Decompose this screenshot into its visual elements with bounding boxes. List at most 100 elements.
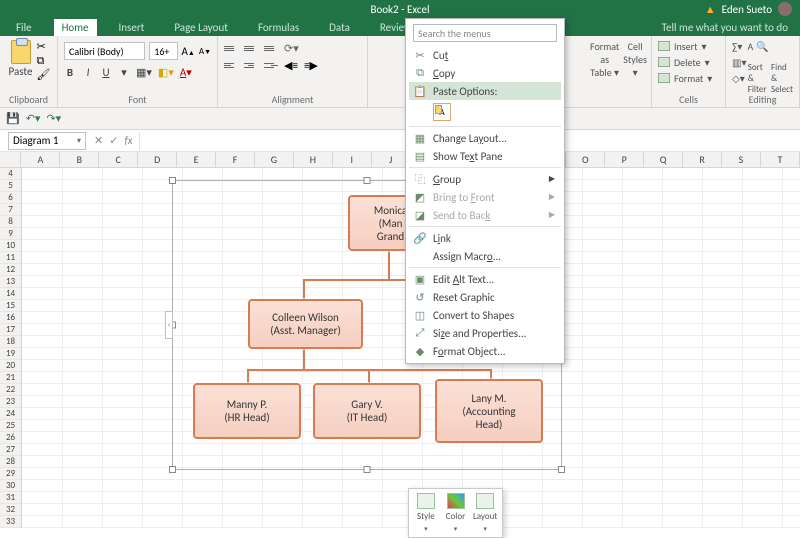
save-icon[interactable]: 💾 [6,112,20,125]
align-middle-icon[interactable] [244,42,258,54]
col-header[interactable]: G [255,152,294,167]
paste-option-keep-text[interactable]: A [409,100,561,124]
col-header[interactable]: D [138,152,177,167]
col-header[interactable]: H [294,152,333,167]
row-header[interactable]: 29 [0,468,22,480]
paste-button[interactable]: Paste [9,40,33,80]
row-header[interactable]: 16 [0,312,22,324]
org-node-bot2[interactable]: Gary V. (IT Head) [313,383,421,439]
org-node-bot1[interactable]: Manny P. (HR Head) [193,383,301,439]
bold-button[interactable]: B [64,66,76,79]
tell-me[interactable]: Tell me what you want to do [662,21,788,34]
row-header[interactable]: 26 [0,432,22,444]
tab-formulas[interactable]: Formulas [250,19,307,36]
font-color-button[interactable]: A▾ [180,66,192,79]
align-center-icon[interactable] [244,59,258,71]
menu-send-to-back[interactable]: ◪Send to Back▶ [409,206,561,224]
resize-handle[interactable] [364,466,371,473]
grow-font-icon[interactable]: A▲ [182,45,195,58]
format-painter-icon[interactable]: 🖌 [36,68,48,80]
col-header[interactable]: E [177,152,216,167]
menu-paste-options[interactable]: 📋Paste Options: [409,82,561,100]
col-header[interactable]: B [60,152,99,167]
menu-cut[interactable]: ✂Cut [409,46,561,64]
menu-assign-macro[interactable]: Assign Macro... [409,247,561,265]
align-left-icon[interactable] [224,59,238,71]
row-header[interactable]: 9 [0,228,22,240]
row-header[interactable]: 5 [0,180,22,192]
copy-icon[interactable]: ⧉ [36,54,48,66]
row-header[interactable]: 14 [0,288,22,300]
fill-color-button[interactable]: ◧▾ [158,66,174,79]
col-header[interactable]: A [21,152,60,167]
menu-copy[interactable]: ⧉Copy [409,64,561,82]
row-header[interactable]: 28 [0,456,22,468]
row-header[interactable]: 12 [0,264,22,276]
align-bottom-icon[interactable] [264,42,278,54]
shrink-font-icon[interactable]: A▼ [199,46,211,57]
font-size-select[interactable]: 16+ [149,42,177,60]
sort-filter-button[interactable]: A [747,40,753,53]
col-header[interactable]: T [761,152,800,167]
text-pane-toggle[interactable]: ‹ [165,311,173,339]
enter-formula-icon[interactable]: ✓ [109,134,118,147]
row-header[interactable]: 24 [0,408,22,420]
row-header[interactable]: 18 [0,336,22,348]
menu-reset-graphic[interactable]: ↺Reset Graphic [409,288,561,306]
layout-button[interactable]: Layout▾ [472,493,498,533]
cell-styles-button[interactable]: CellStyles ▾ [623,40,647,79]
col-header[interactable]: F [216,152,255,167]
row-header[interactable]: 25 [0,420,22,432]
row-header[interactable]: 11 [0,252,22,264]
row-header[interactable]: 13 [0,276,22,288]
autosum-icon[interactable]: ∑▾ [732,40,742,53]
insert-button[interactable]: Insert ▾ [658,38,719,54]
increase-indent-icon[interactable]: ≡▶ [304,59,318,72]
resize-handle[interactable] [558,466,565,473]
border-button[interactable]: ▦▾ [136,66,152,79]
style-button[interactable]: Style▾ [413,493,439,533]
menu-change-layout[interactable]: ▦Change Layout... [409,129,561,147]
tab-insert[interactable]: Insert [111,19,153,36]
row-header[interactable]: 8 [0,216,22,228]
row-header[interactable]: 31 [0,492,22,504]
row-header[interactable]: 6 [0,192,22,204]
clear-icon[interactable]: ◇▾ [732,72,745,85]
menu-edit-alt-text[interactable]: ▣Edit Alt Text... [409,270,561,288]
redo-icon[interactable]: ↷▾ [46,112,61,125]
resize-handle[interactable] [169,466,176,473]
row-header[interactable]: 19 [0,348,22,360]
menu-bring-to-front[interactable]: ◩Bring to Front▶ [409,188,561,206]
col-header[interactable]: R [683,152,722,167]
font-name-select[interactable]: Calibri (Body) [64,42,145,60]
menu-format-object[interactable]: ◆Format Object... [409,342,561,360]
align-top-icon[interactable] [224,42,238,54]
row-header[interactable]: 4 [0,168,22,180]
menu-convert-to-shapes[interactable]: ◫Convert to Shapes [409,306,561,324]
fill-icon[interactable]: ▥▾ [732,56,746,69]
row-header[interactable]: 17 [0,324,22,336]
row-header[interactable]: 20 [0,360,22,372]
align-right-icon[interactable] [264,59,278,71]
find-select-button[interactable]: 🔍 [756,40,768,53]
menu-group[interactable]: ⿻Group▶ [409,170,561,188]
col-header[interactable]: C [99,152,138,167]
row-header[interactable]: 21 [0,372,22,384]
row-header[interactable]: 22 [0,384,22,396]
col-header[interactable]: I [333,152,372,167]
format-button[interactable]: Format ▾ [658,70,719,86]
org-node-bot3[interactable]: Lany M. (Accounting Head) [435,379,543,443]
undo-icon[interactable]: ↶▾ [26,112,41,125]
select-all-corner[interactable] [0,152,21,167]
name-box[interactable]: Diagram 1▾ [8,132,86,150]
org-node-mid1[interactable]: Colleen Wilson (Asst. Manager) [248,299,363,349]
row-header[interactable]: 23 [0,396,22,408]
format-as-table-button[interactable]: Format asTable ▾ [590,40,619,79]
menu-show-text-pane[interactable]: ▤Show Text Pane [409,147,561,165]
search-menus-input[interactable]: Search the menus [413,24,557,42]
menu-link[interactable]: 🔗Link [409,229,561,247]
row-header[interactable]: 15 [0,300,22,312]
tab-data[interactable]: Data [321,19,358,36]
row-header[interactable]: 27 [0,444,22,456]
resize-handle[interactable] [169,177,176,184]
